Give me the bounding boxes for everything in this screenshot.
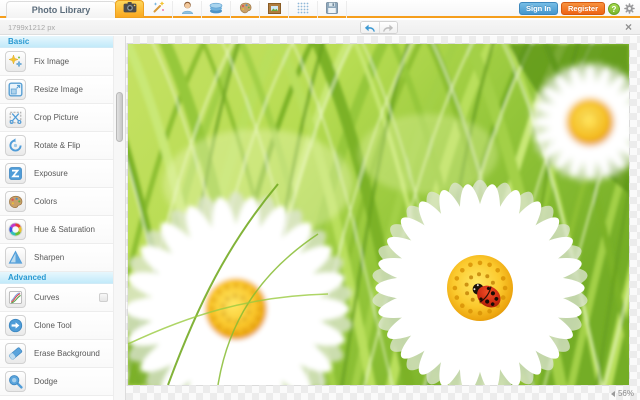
section-header-basic: Basic [0, 36, 113, 48]
tool-clone-tool[interactable]: Clone Tool [0, 312, 113, 340]
portrait-icon [181, 1, 194, 19]
tool-label: Hue & Saturation [34, 225, 95, 234]
picture-frame-icon [267, 1, 281, 19]
tool-label: Exposure [34, 169, 68, 178]
curves-pro-badge-icon [99, 293, 108, 302]
zoom-indicator[interactable]: 56% [610, 389, 634, 398]
tool-dodge[interactable]: Dodge [0, 368, 113, 396]
curves-icon [5, 287, 26, 308]
mode-tab-save[interactable] [318, 1, 347, 18]
mode-tab-touchup[interactable] [173, 1, 202, 18]
palette-icon [239, 1, 252, 19]
colors-icon [5, 191, 26, 212]
rotate-flip-icon [5, 135, 26, 156]
tool-sharpen[interactable]: Sharpen [0, 244, 113, 272]
tool-erase-background[interactable]: Erase Background [0, 340, 113, 368]
save-disk-icon [326, 1, 338, 19]
redo-button[interactable] [378, 22, 397, 33]
sidebar-scrollbar[interactable] [113, 36, 126, 400]
section-header-advanced: Advanced [0, 272, 113, 284]
canvas-header-bar: 1799x1212 px × [0, 20, 640, 35]
tool-rotate-flip[interactable]: Rotate & Flip [0, 132, 113, 160]
photo-image[interactable] [128, 44, 629, 385]
layers-icon [209, 1, 223, 19]
mode-tab-editor[interactable] [115, 0, 144, 18]
sidebar-scrollbar-thumb[interactable] [116, 92, 123, 142]
hue-saturation-icon [5, 219, 26, 240]
tool-label: Resize Image [34, 85, 83, 94]
tool-label: Colors [34, 197, 58, 206]
register-button[interactable]: Register [560, 2, 605, 15]
sign-in-button[interactable]: Sign In [518, 2, 558, 15]
undo-button[interactable] [361, 22, 379, 33]
fix-image-icon [5, 51, 26, 72]
tool-label: Erase Background [34, 349, 100, 358]
mode-tab-effects[interactable] [144, 0, 173, 19]
mode-tab-collage[interactable] [202, 1, 231, 18]
tool-resize-image[interactable]: Resize Image [0, 76, 113, 104]
help-icon[interactable]: ? [608, 2, 620, 15]
mode-tab-strip [115, 0, 347, 18]
editor-canvas: 56% [126, 36, 640, 400]
texture-grid-icon [297, 1, 309, 19]
exposure-icon [5, 163, 26, 184]
tools-sidebar: Basic Fix Image Resize Image Crop Picture Ro… [0, 36, 113, 400]
close-icon[interactable]: × [625, 20, 632, 35]
mode-tab-textures[interactable] [289, 1, 318, 18]
tool-label: Fix Image [34, 57, 70, 66]
tool-exposure[interactable]: Exposure [0, 160, 113, 188]
zoom-collapse-arrow-icon [610, 390, 615, 397]
resize-image-icon [5, 79, 26, 100]
dodge-icon [5, 371, 26, 392]
gear-icon[interactable] [623, 2, 636, 15]
mode-tab-frames[interactable] [260, 1, 289, 18]
account-area: Sign In Register ? [518, 2, 636, 15]
mode-tab-painter[interactable] [231, 1, 260, 18]
sharpen-icon [5, 247, 26, 268]
photo-library-label: Photo Library [31, 5, 91, 15]
tool-label: Clone Tool [34, 321, 72, 330]
tool-label: Crop Picture [34, 113, 79, 122]
zoom-level-label: 56% [617, 389, 634, 398]
crop-picture-icon [5, 107, 26, 128]
history-controls [360, 21, 398, 34]
photo-library-tab[interactable]: Photo Library [6, 1, 116, 18]
erase-background-icon [5, 343, 26, 364]
tool-label: Rotate & Flip [34, 141, 81, 150]
tool-crop-picture[interactable]: Crop Picture [0, 104, 113, 132]
tool-hue-saturation[interactable]: Hue & Saturation [0, 216, 113, 244]
camera-icon [123, 0, 137, 18]
tool-label: Curves [34, 293, 60, 302]
image-dimensions-label: 1799x1212 px [8, 23, 56, 32]
magic-wand-icon [152, 0, 165, 19]
tool-colors[interactable]: Colors [0, 188, 113, 216]
tool-label: Dodge [34, 377, 58, 386]
clone-tool-icon [5, 315, 26, 336]
top-toolbar: Photo Library Sign In Register ? [0, 0, 640, 18]
tool-label: Sharpen [34, 253, 65, 262]
tool-fix-image[interactable]: Fix Image [0, 48, 113, 76]
tool-curves[interactable]: Curves [0, 284, 113, 312]
